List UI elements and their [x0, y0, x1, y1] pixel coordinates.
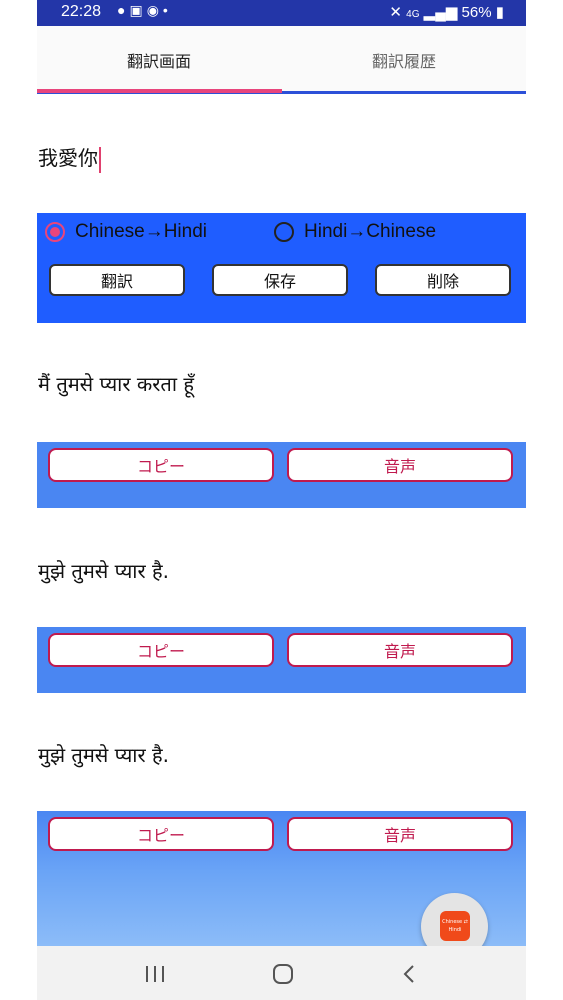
status-right: ✕ 4G ▂▄▆ 56% ▮: [389, 3, 504, 21]
home-button[interactable]: [263, 954, 303, 994]
radio-label: Chinese→Hindi: [75, 221, 208, 242]
recent-apps-icon: [146, 966, 164, 982]
status-time: 22:28: [61, 3, 102, 20]
mute-icon: ✕: [389, 4, 402, 21]
app-logo-icon: Chinese ⇄ Hindi: [440, 911, 470, 941]
radio-label: Hindi→Chinese: [304, 221, 437, 242]
tab-bar: 翻訳画面 翻訳履歴: [37, 26, 526, 94]
copy-button[interactable]: コピー: [48, 817, 274, 851]
notification-icons: ●▣◉•: [117, 2, 172, 19]
source-text-value: 我愛你: [38, 146, 98, 170]
voice-button[interactable]: 音声: [287, 633, 513, 667]
result-text-3: मुझे तुमसे प्यार है.: [38, 743, 169, 767]
battery-percent: 56%: [461, 4, 492, 21]
image-icon: ▣: [129, 2, 147, 18]
copy-button[interactable]: コピー: [48, 448, 274, 482]
back-button[interactable]: [389, 954, 429, 994]
result-text-1: मैं तुमसे प्यार करता हूँ: [38, 372, 194, 396]
voice-button[interactable]: 音声: [287, 448, 513, 482]
control-panel: Chinese→Hindi Hindi→Chinese 翻訳 保存 削除: [37, 213, 526, 323]
translate-button[interactable]: 翻訳: [49, 264, 185, 296]
home-icon: [273, 964, 293, 984]
line-icon: ●: [117, 2, 130, 18]
network-label: 4G: [406, 9, 420, 20]
navigation-bar: [37, 946, 526, 1000]
messenger-icon: ◉: [146, 2, 163, 18]
voice-button[interactable]: 音声: [287, 817, 513, 851]
battery-icon: ▮: [495, 4, 504, 21]
result-actions-2: コピー 音声: [37, 627, 526, 693]
result-text-2: मुझे तुमसे प्यार है.: [38, 559, 169, 583]
delete-button[interactable]: 削除: [375, 264, 511, 296]
status-bar: 22:28 ●▣◉• ✕ 4G ▂▄▆ 56% ▮: [37, 0, 526, 26]
radio-selected-icon: [45, 222, 65, 242]
result-actions-1: コピー 音声: [37, 442, 526, 508]
radio-unselected-icon: [274, 222, 294, 242]
copy-button[interactable]: コピー: [48, 633, 274, 667]
fab-label: Chinese ⇄ Hindi: [442, 919, 468, 933]
tab-active-indicator: [37, 89, 282, 93]
source-text-input[interactable]: 我愛你: [38, 142, 101, 173]
save-button[interactable]: 保存: [212, 264, 348, 296]
signal-icon: ▂▄▆: [423, 4, 458, 21]
dot-icon: •: [162, 2, 172, 18]
back-icon: [403, 965, 414, 983]
tab-translate[interactable]: 翻訳画面: [37, 26, 281, 94]
text-caret: [99, 146, 101, 173]
radio-hindi-to-chinese[interactable]: Hindi→Chinese: [274, 221, 436, 243]
tab-history[interactable]: 翻訳履歴: [282, 26, 526, 94]
recent-apps-button[interactable]: [135, 954, 175, 994]
radio-chinese-to-hindi[interactable]: Chinese→Hindi: [45, 221, 207, 243]
